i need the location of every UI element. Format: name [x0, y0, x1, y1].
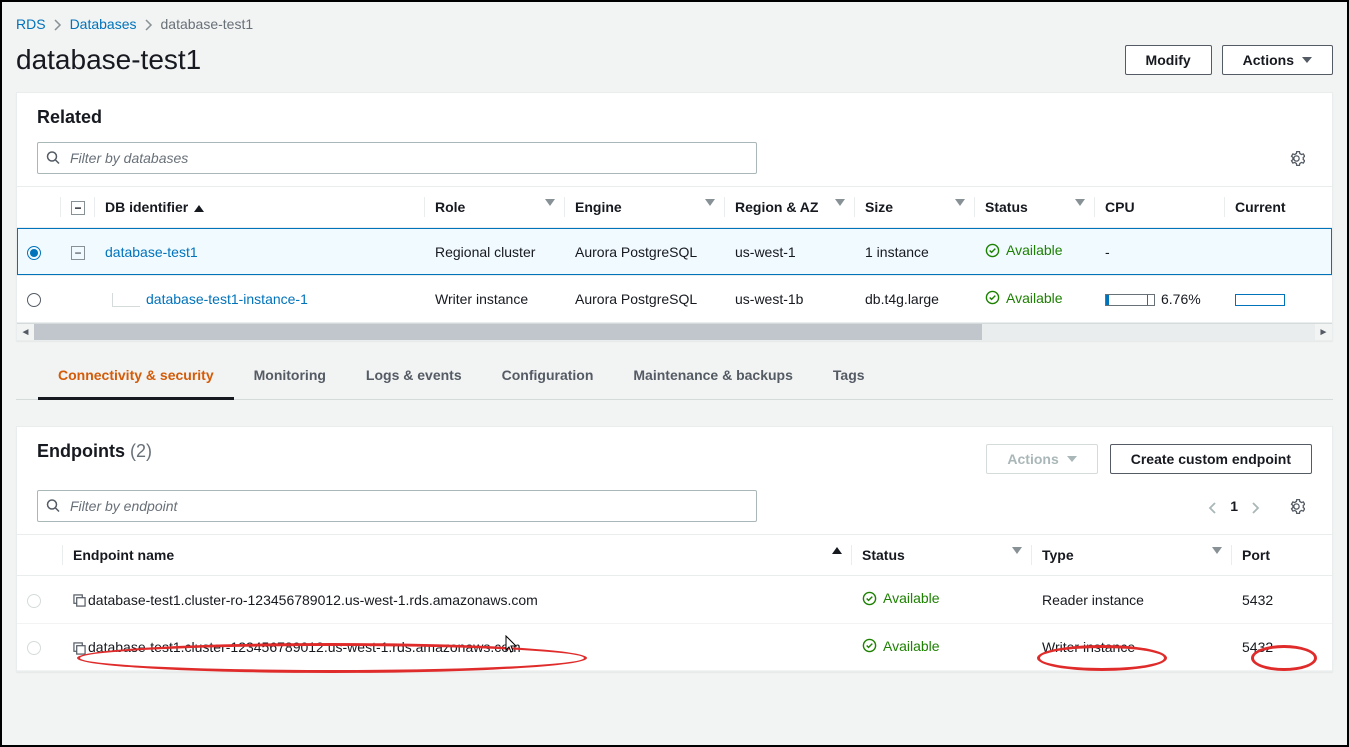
search-icon — [46, 499, 61, 514]
filter-icon — [835, 199, 845, 206]
caret-down-icon — [1067, 456, 1077, 462]
create-endpoint-button[interactable]: Create custom endpoint — [1110, 444, 1312, 474]
gear-icon — [1288, 498, 1305, 515]
tabs: Connectivity & security Monitoring Logs … — [16, 353, 1333, 400]
sort-asc-icon — [194, 205, 204, 212]
horizontal-scrollbar[interactable]: ◄ ► — [17, 323, 1332, 340]
cpu-meter — [1105, 294, 1155, 306]
scroll-right-icon[interactable]: ► — [1315, 327, 1332, 338]
endpoint-row[interactable]: database-test1.cluster-123456789012.us-w… — [17, 623, 1332, 671]
filter-icon — [955, 199, 965, 206]
check-circle-icon — [985, 243, 1000, 258]
filter-icon — [1012, 547, 1022, 554]
breadcrumb-databases[interactable]: Databases — [70, 16, 137, 32]
caret-down-icon — [1302, 57, 1312, 63]
col-role[interactable]: Role — [425, 187, 565, 228]
col-endpoint-name[interactable]: Endpoint name — [63, 535, 852, 576]
col-db-identifier[interactable]: DB identifier — [95, 187, 425, 228]
modify-button[interactable]: Modify — [1125, 45, 1212, 75]
filter-icon — [705, 199, 715, 206]
related-title: Related — [37, 107, 1312, 128]
settings-button[interactable] — [1280, 142, 1312, 174]
tab-monitoring[interactable]: Monitoring — [234, 353, 346, 399]
col-endpoint-port[interactable]: Port — [1232, 535, 1332, 576]
status-badge: Available — [862, 590, 940, 606]
page-number: 1 — [1230, 498, 1238, 514]
copy-icon[interactable] — [73, 642, 86, 655]
col-status[interactable]: Status — [975, 187, 1095, 228]
collapse-toggle[interactable]: − — [71, 246, 85, 260]
col-region[interactable]: Region & AZ — [725, 187, 855, 228]
db-link[interactable]: database-test1 — [105, 244, 198, 260]
check-circle-icon — [862, 591, 877, 606]
status-badge: Available — [862, 638, 940, 654]
check-circle-icon — [985, 290, 1000, 305]
breadcrumb: RDS Databases database-test1 — [2, 2, 1347, 38]
endpoints-actions-button[interactable]: Actions — [986, 444, 1097, 474]
radio-select[interactable] — [27, 641, 41, 655]
filter-databases-search[interactable] — [37, 142, 757, 174]
copy-icon[interactable] — [73, 594, 86, 607]
filter-icon — [545, 199, 555, 206]
breadcrumb-rds[interactable]: RDS — [16, 16, 46, 32]
db-link[interactable]: database-test1-instance-1 — [146, 291, 308, 307]
expand-all-toggle[interactable]: − — [71, 201, 85, 215]
page-next[interactable] — [1252, 498, 1260, 514]
related-table: − DB identifier Role Engine Region & AZ … — [17, 187, 1332, 323]
endpoints-title: Endpoints (2) — [37, 441, 152, 462]
filter-databases-input[interactable] — [37, 142, 757, 174]
sort-asc-icon — [832, 547, 842, 554]
status-badge: Available — [985, 242, 1063, 258]
endpoint-settings-button[interactable] — [1280, 490, 1312, 522]
filter-endpoint-search[interactable] — [37, 490, 757, 522]
scroll-thumb[interactable] — [34, 324, 982, 340]
col-endpoint-status[interactable]: Status — [852, 535, 1032, 576]
activity-meter — [1235, 294, 1285, 306]
actions-button[interactable]: Actions — [1222, 45, 1333, 75]
table-row[interactable]: database-test1-instance-1 Writer instanc… — [17, 275, 1332, 323]
related-panel: Related − DB identifier Role — [16, 92, 1333, 341]
endpoints-panel: Endpoints (2) Actions Create custom endp… — [16, 426, 1333, 672]
page-title: database-test1 — [16, 44, 201, 76]
search-icon — [46, 151, 61, 166]
tab-connectivity[interactable]: Connectivity & security — [38, 353, 234, 400]
filter-icon — [1075, 199, 1085, 206]
radio-select[interactable] — [27, 594, 41, 608]
tab-configuration[interactable]: Configuration — [482, 353, 614, 399]
col-endpoint-type[interactable]: Type — [1032, 535, 1232, 576]
page-prev[interactable] — [1208, 498, 1216, 514]
tab-tags[interactable]: Tags — [813, 353, 885, 399]
radio-select[interactable] — [27, 246, 41, 260]
check-circle-icon — [862, 638, 877, 653]
scroll-left-icon[interactable]: ◄ — [17, 327, 34, 338]
col-size[interactable]: Size — [855, 187, 975, 228]
endpoints-table: Endpoint name Status Type Port database-… — [17, 534, 1332, 671]
col-engine[interactable]: Engine — [565, 187, 725, 228]
breadcrumb-current: database-test1 — [161, 16, 254, 32]
tab-maintenance[interactable]: Maintenance & backups — [613, 353, 813, 399]
tab-logs[interactable]: Logs & events — [346, 353, 482, 399]
col-current[interactable]: Current — [1225, 187, 1332, 228]
col-cpu[interactable]: CPU — [1095, 187, 1225, 228]
filter-icon — [1212, 547, 1222, 554]
radio-select[interactable] — [27, 293, 41, 307]
endpoint-row[interactable]: database-test1.cluster-ro-123456789012.u… — [17, 576, 1332, 624]
gear-icon — [1288, 150, 1305, 167]
chevron-right-icon — [145, 16, 153, 32]
table-row[interactable]: − database-test1 Regional cluster Aurora… — [17, 228, 1332, 276]
status-badge: Available — [985, 290, 1063, 306]
chevron-right-icon — [54, 16, 62, 32]
tree-line-icon — [112, 293, 140, 307]
filter-endpoint-input[interactable] — [37, 490, 757, 522]
